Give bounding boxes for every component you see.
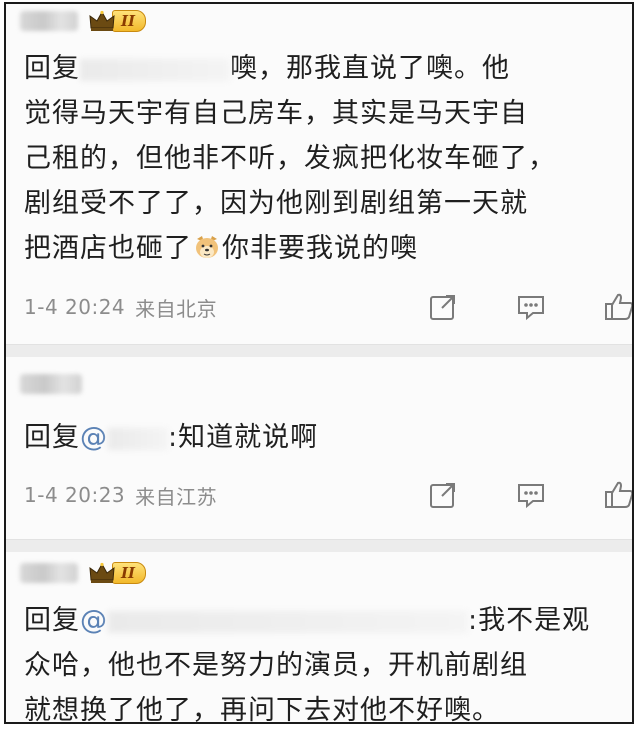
- reply-prefix: 回复: [24, 605, 80, 636]
- comment-line: 把酒店也砸了 你非要我说的噢: [24, 226, 624, 271]
- comment-location: 来自江苏: [135, 484, 218, 509]
- comment-line: 己租的，但他非不听，发疯把化妆车砸了，: [24, 143, 556, 174]
- comment-line: 回复@ :知道就说啊: [24, 415, 624, 460]
- comment-line: 觉得马天宇有自己房车，其实是马天宇自: [24, 98, 528, 129]
- comment-item: II 回复 噢，那我直说了噢。他 觉得马天宇有自己房车，其实是马天宇自 己租的，但…: [6, 4, 632, 344]
- mention-blurred[interactable]: [80, 58, 230, 81]
- comment-user-row: II: [20, 6, 147, 36]
- mention-at[interactable]: @: [80, 422, 108, 453]
- comment-actions: [426, 478, 632, 512]
- comment-line: 回复 噢，那我直说了噢。他: [24, 46, 624, 91]
- comment-text: 回复@ :知道就说啊: [24, 415, 624, 460]
- comment-text: 回复@ :我不是观 众哈，他也不是努力的演员，开机前剧组 就想换了他了，再问下去对…: [24, 598, 624, 724]
- comment-icon[interactable]: [514, 290, 548, 324]
- comment-meta: 1-4 20:23 来自江苏: [24, 480, 217, 510]
- comment-line: 回复@ :我不是观: [24, 598, 624, 643]
- comment-line: 就想换了他了，再问下去对他不好噢。: [24, 695, 500, 724]
- reply-prefix: 回复: [24, 422, 80, 453]
- mention-at[interactable]: @: [80, 605, 108, 636]
- reply-prefix: 回复: [24, 53, 80, 84]
- comment-location: 来自北京: [135, 296, 218, 321]
- share-icon[interactable]: [426, 290, 460, 324]
- comment-icon[interactable]: [514, 478, 548, 512]
- comment-meta: 1-4 20:24 来自北京: [24, 292, 217, 322]
- username-blurred[interactable]: [20, 374, 82, 394]
- comment-divider: [6, 539, 632, 553]
- comment-line-text: 你非要我说的噢: [222, 233, 418, 264]
- username-blurred[interactable]: [20, 563, 78, 583]
- comment-thread: II 回复 噢，那我直说了噢。他 觉得马天宇有自己房车，其实是马天宇自 己租的，但…: [4, 2, 634, 724]
- thumbs-up-icon[interactable]: [602, 290, 632, 324]
- comment-line-text: 把酒店也砸了: [24, 233, 192, 264]
- level-label: II: [112, 562, 147, 584]
- level-label: II: [112, 10, 147, 32]
- comment-user-row: [20, 369, 92, 399]
- comment-text: 回复 噢，那我直说了噢。他 觉得马天宇有自己房车，其实是马天宇自 己租的，但他非不…: [24, 46, 624, 271]
- comment-timestamp: 1-4 20:24: [24, 295, 126, 319]
- comment-line: 剧组受不了了，因为他刚到剧组第一天就: [24, 188, 528, 219]
- comment-divider: [6, 344, 632, 358]
- thumbs-up-icon[interactable]: [602, 478, 632, 512]
- comment-item: II 回复@ :我不是观 众哈，他也不是努力的演员，开机前剧组 就想换了他了，再问…: [6, 552, 632, 724]
- mention-blurred[interactable]: [108, 610, 468, 633]
- crown-icon: [88, 562, 116, 584]
- username-blurred[interactable]: [20, 11, 78, 31]
- comment-timestamp: 1-4 20:23: [24, 483, 126, 507]
- comment-line-text: :我不是观: [468, 605, 591, 636]
- doge-emoji-icon: [193, 230, 221, 258]
- comment-line: 众哈，他也不是努力的演员，开机前剧组: [24, 650, 528, 681]
- comment-actions: [426, 290, 632, 324]
- comment-user-row: II: [20, 558, 147, 588]
- comment-line-text: 噢，那我直说了噢。他: [230, 53, 510, 84]
- comment-item: 回复@ :知道就说啊 1-4 20:23 来自江苏: [6, 357, 632, 539]
- vip-badge[interactable]: II: [88, 9, 147, 33]
- comment-line-text: :知道就说啊: [168, 422, 319, 453]
- vip-badge[interactable]: II: [88, 561, 147, 585]
- mention-blurred[interactable]: [108, 427, 168, 450]
- share-icon[interactable]: [426, 478, 460, 512]
- crown-icon: [88, 10, 116, 32]
